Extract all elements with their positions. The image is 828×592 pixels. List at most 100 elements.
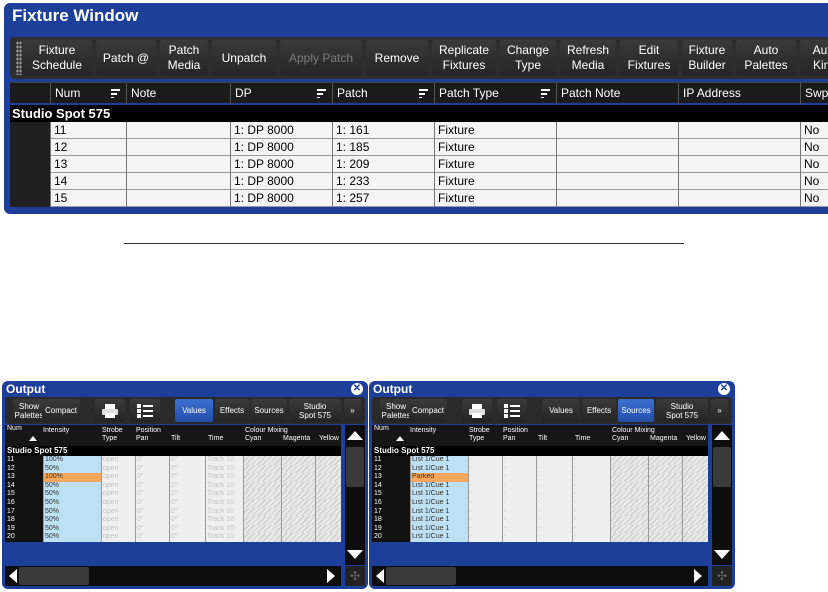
output-toolbar-button-5[interactable]: Effects xyxy=(215,399,249,422)
intensity-cell[interactable]: List 1/Cue 1 xyxy=(410,490,468,499)
intensity-cell[interactable]: 100% xyxy=(43,456,101,465)
attribute-cell[interactable]: - xyxy=(536,481,572,491)
attribute-cell[interactable]: Track 10 xyxy=(205,507,243,517)
table-cell[interactable] xyxy=(556,139,678,156)
row-header[interactable] xyxy=(10,190,50,207)
output-column-header[interactable]: Position Pan xyxy=(503,427,528,443)
table-cell[interactable]: 1: 209 xyxy=(332,156,434,173)
toolbar-button-3[interactable]: Unpatch xyxy=(212,40,276,76)
output-toolbar-button-7[interactable]: Studio Spot 575 xyxy=(289,399,341,422)
intensity-cell[interactable]: 50% xyxy=(43,516,101,525)
attribute-cell[interactable]: - xyxy=(502,516,536,525)
intensity-cell[interactable]: 50% xyxy=(43,481,101,491)
printer-icon[interactable] xyxy=(462,399,492,422)
table-row[interactable]: 19 50% open 0° 0° Track 10 xyxy=(5,524,341,534)
output-column-header[interactable]: Tilt xyxy=(171,435,180,443)
output-column-header[interactable]: Yellow xyxy=(319,435,339,443)
checklist-icon[interactable] xyxy=(130,399,160,422)
attribute-cell[interactable]: - xyxy=(572,524,610,534)
intensity-cell[interactable]: List 1/Cue 1 xyxy=(410,533,468,542)
output-toolbar-button-5[interactable]: Effects xyxy=(582,399,616,422)
column-patch[interactable]: Patch xyxy=(332,83,434,104)
attribute-cell[interactable]: - xyxy=(572,516,610,525)
toolbar-button-10[interactable]: Fixture Builder xyxy=(682,40,732,76)
row-header[interactable] xyxy=(10,122,50,139)
attribute-cell[interactable]: - xyxy=(572,473,610,482)
output-column-header[interactable]: Intensity xyxy=(410,427,436,435)
output-column-header[interactable]: Num xyxy=(374,425,389,433)
attribute-cell[interactable]: 0° xyxy=(135,498,169,508)
attribute-cell[interactable]: Track 10 xyxy=(205,498,243,508)
table-cell[interactable]: Fixture xyxy=(434,156,556,173)
table-row[interactable]: 14 1: DP 8000 1: 233 Fixture No xyxy=(10,173,828,190)
table-cell[interactable] xyxy=(556,173,678,190)
table-cell[interactable]: 14 xyxy=(50,173,126,190)
toolbar-button-11[interactable]: Auto Palettes xyxy=(736,40,796,76)
resize-grip-icon[interactable]: ✣ xyxy=(712,566,732,586)
table-row[interactable]: 16 50% open 0° 0° Track 10 xyxy=(5,498,341,508)
attribute-cell[interactable]: Track 10 xyxy=(205,456,243,465)
intensity-cell[interactable]: List 1/Cue 1 xyxy=(410,507,468,517)
table-cell[interactable] xyxy=(126,122,230,139)
output-column-header[interactable]: Magenta xyxy=(283,435,310,443)
attribute-cell[interactable]: 0° xyxy=(169,516,205,525)
attribute-cell[interactable]: - xyxy=(468,481,502,491)
table-row[interactable]: 12 List 1/Cue 1---- xyxy=(372,464,708,474)
output-toolbar-button-4[interactable]: Values xyxy=(175,399,213,422)
attribute-cell[interactable]: - xyxy=(572,464,610,474)
output-column-header[interactable]: Colour Mixing Cyan xyxy=(612,427,655,443)
table-row[interactable]: 15 50% open 0° 0° Track 10 xyxy=(5,490,341,499)
table-cell[interactable]: 1: 233 xyxy=(332,173,434,190)
table-cell[interactable]: 11 xyxy=(50,122,126,139)
output-toolbar-button-0[interactable]: Show Palettes xyxy=(380,399,412,422)
attribute-cell[interactable]: open xyxy=(101,524,135,534)
table-cell[interactable]: Fixture xyxy=(434,122,556,139)
table-cell[interactable] xyxy=(678,173,800,190)
table-row[interactable]: 14 50% open 0° 0° Track 10 xyxy=(5,481,341,491)
table-row[interactable]: 14 List 1/Cue 1---- xyxy=(372,481,708,491)
attribute-cell[interactable]: - xyxy=(468,507,502,517)
attribute-cell[interactable]: open xyxy=(101,464,135,474)
attribute-cell[interactable]: 0° xyxy=(169,533,205,542)
attribute-cell[interactable]: - xyxy=(468,473,502,482)
attribute-cell[interactable]: 0° xyxy=(135,490,169,499)
attribute-cell[interactable]: 0° xyxy=(135,524,169,534)
table-row[interactable]: 13 100% open 0° 0° Track 10 xyxy=(5,473,341,482)
table-row[interactable]: 15 List 1/Cue 1---- xyxy=(372,490,708,499)
attribute-cell[interactable]: 0° xyxy=(169,498,205,508)
intensity-cell[interactable]: List 1/Cue 1 xyxy=(410,456,468,465)
attribute-cell[interactable]: open xyxy=(101,516,135,525)
table-cell[interactable] xyxy=(126,139,230,156)
attribute-cell[interactable]: - xyxy=(536,498,572,508)
table-cell[interactable]: 1: DP 8000 xyxy=(230,122,332,139)
attribute-cell[interactable]: open xyxy=(101,498,135,508)
scroll-thumb[interactable] xyxy=(19,567,89,585)
intensity-cell[interactable]: 50% xyxy=(43,533,101,542)
toolbar-button-7[interactable]: Change Type xyxy=(500,40,556,76)
scroll-left-icon[interactable] xyxy=(376,569,384,583)
attribute-cell[interactable]: - xyxy=(468,524,502,534)
table-cell[interactable]: No xyxy=(800,156,828,173)
table-cell[interactable]: 1: 161 xyxy=(332,122,434,139)
attribute-cell[interactable]: - xyxy=(536,464,572,474)
attribute-cell[interactable]: - xyxy=(468,516,502,525)
column-patch-note[interactable]: Patch Note xyxy=(556,83,678,104)
vertical-scrollbar[interactable] xyxy=(712,425,732,565)
scroll-thumb[interactable] xyxy=(386,567,456,585)
attribute-cell[interactable]: - xyxy=(572,481,610,491)
vertical-scrollbar[interactable] xyxy=(345,425,365,565)
toolbar-button-2[interactable]: Patch Media xyxy=(160,40,208,76)
attribute-cell[interactable]: - xyxy=(572,533,610,542)
attribute-cell[interactable]: - xyxy=(502,464,536,474)
column-num[interactable]: Num xyxy=(50,83,126,104)
attribute-cell[interactable]: 0° xyxy=(169,524,205,534)
table-cell[interactable]: No xyxy=(800,122,828,139)
toolbar-button-8[interactable]: Refresh Media xyxy=(560,40,616,76)
table-row[interactable]: 17 List 1/Cue 1---- xyxy=(372,507,708,517)
horizontal-scrollbar[interactable] xyxy=(5,566,341,586)
intensity-cell[interactable]: 50% xyxy=(43,524,101,534)
table-cell[interactable]: 1: DP 8000 xyxy=(230,190,332,207)
table-row[interactable]: 11 100% open 0° 0° Track 10 xyxy=(5,456,341,465)
scroll-right-icon[interactable] xyxy=(694,569,702,583)
output-toolbar-button-4[interactable]: Values xyxy=(542,399,580,422)
